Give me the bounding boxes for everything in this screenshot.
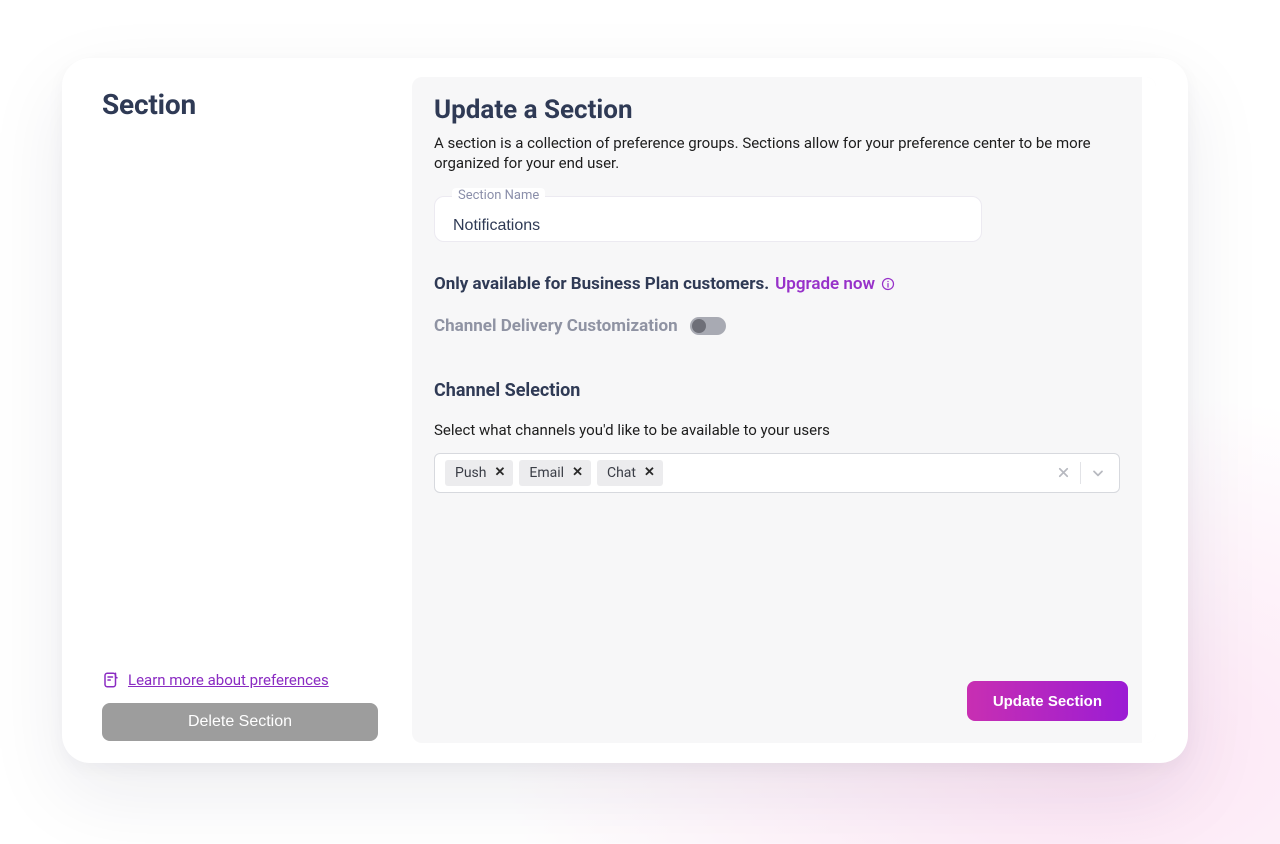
panel-title: Update a Section: [434, 95, 1136, 125]
multiselect-controls: [1046, 461, 1115, 485]
learn-more-link[interactable]: Learn more about preferences: [128, 671, 329, 689]
plan-restriction-text: Only available for Business Plan custome…: [434, 274, 769, 294]
channel-tag-label: Chat: [607, 465, 636, 481]
remove-tag-icon[interactable]: ✕: [644, 465, 655, 480]
remove-tag-icon[interactable]: ✕: [572, 465, 583, 480]
section-name-field: Section Name: [434, 196, 982, 242]
sidebar: Section Learn more about preferences Del…: [62, 58, 412, 763]
panel-description: A section is a collection of preference …: [434, 133, 1114, 174]
channel-delivery-toggle[interactable]: [690, 317, 726, 335]
settings-card: Section Learn more about preferences Del…: [62, 58, 1188, 763]
delete-section-button[interactable]: Delete Section: [102, 703, 378, 741]
update-section-button[interactable]: Update Section: [967, 681, 1128, 721]
channel-tag-label: Email: [529, 465, 564, 481]
channel-delivery-row: Channel Delivery Customization: [434, 316, 1136, 336]
channel-multiselect[interactable]: Push ✕ Email ✕ Chat ✕: [434, 453, 1120, 493]
channel-selection-description: Select what channels you'd like to be av…: [434, 421, 1136, 439]
remove-tag-icon[interactable]: ✕: [495, 465, 506, 480]
update-section-panel: Update a Section A section is a collecti…: [412, 77, 1156, 743]
chevron-down-icon[interactable]: [1081, 461, 1115, 485]
channel-tag-label: Push: [455, 465, 487, 481]
channel-tag: Email ✕: [519, 460, 591, 486]
channel-selection-title: Channel Selection: [434, 380, 1136, 401]
sidebar-title: Section: [102, 88, 378, 121]
channel-tags: Push ✕ Email ✕ Chat ✕: [445, 460, 1046, 486]
channel-delivery-label: Channel Delivery Customization: [434, 316, 678, 336]
info-icon[interactable]: [881, 277, 895, 291]
document-icon: [102, 671, 120, 689]
plan-restriction-line: Only available for Business Plan custome…: [434, 274, 1136, 294]
clear-all-icon[interactable]: [1046, 461, 1080, 485]
section-name-label: Section Name: [452, 188, 545, 203]
channel-tag: Chat ✕: [597, 460, 663, 486]
upgrade-now-link[interactable]: Upgrade now: [775, 274, 875, 294]
channel-tag: Push ✕: [445, 460, 513, 486]
learn-more-row: Learn more about preferences: [102, 671, 378, 689]
main-pane: Update a Section A section is a collecti…: [412, 58, 1188, 763]
